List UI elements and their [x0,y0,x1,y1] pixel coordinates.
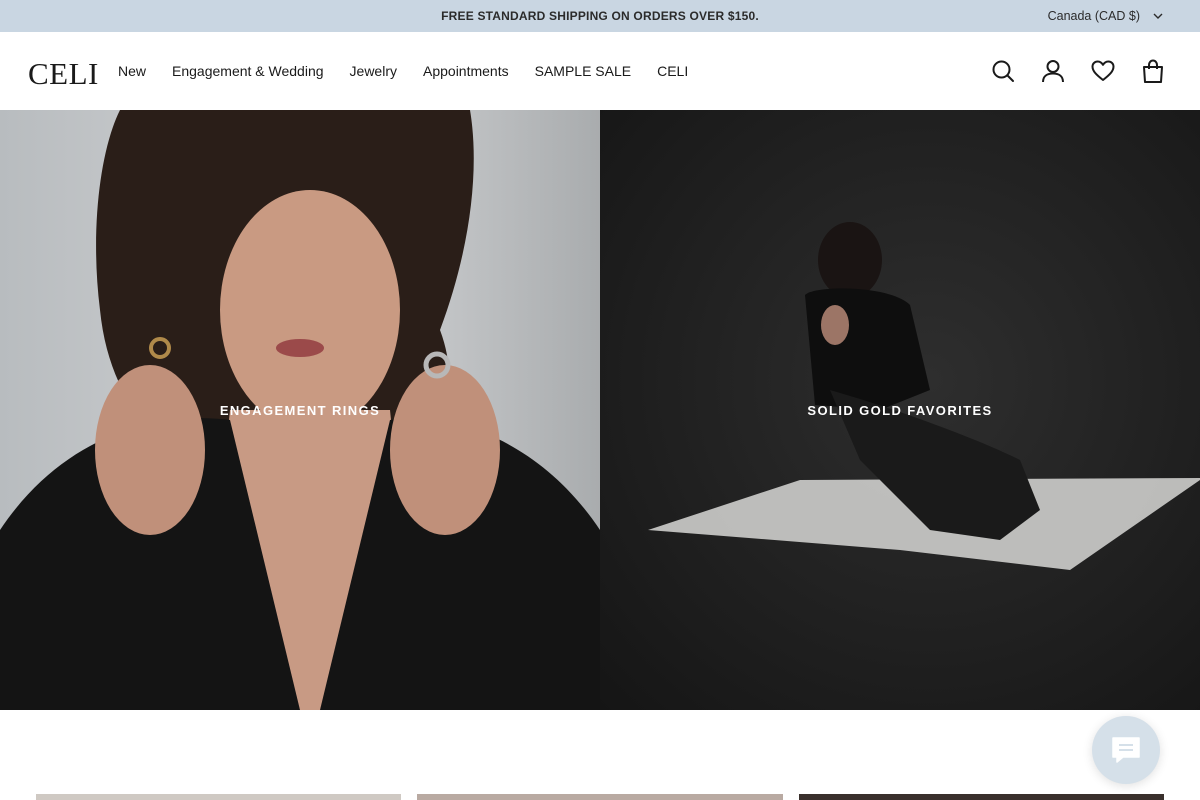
search-button[interactable] [990,58,1016,84]
main-nav: New Engagement & Wedding Jewelry Appoint… [118,32,714,110]
product-card-image[interactable] [36,794,401,800]
nav-item-appointments[interactable]: Appointments [423,63,509,79]
product-card-image[interactable] [417,794,783,800]
nav-item-jewelry[interactable]: Jewelry [350,63,397,79]
site-header: CELI New Engagement & Wedding Jewelry Ap… [0,32,1200,110]
tile-label-solid-gold-favorites: SOLID GOLD FAVORITES [807,402,993,418]
account-button[interactable] [1040,58,1066,84]
cart-button[interactable] [1140,58,1166,84]
tile-solid-gold-favorites[interactable]: SOLID GOLD FAVORITES [600,110,1200,710]
chevron-down-icon [1153,13,1163,19]
search-icon [992,60,1014,82]
nav-item-engagement-wedding[interactable]: Engagement & Wedding [172,63,324,79]
brand-logo[interactable]: CELI [28,58,99,89]
country-selector-label: Canada (CAD $) [1047,9,1140,23]
header-icons [990,32,1166,110]
cart-bag-icon [1143,59,1163,83]
announcement-bar: FREE STANDARD SHIPPING ON ORDERS OVER $1… [0,0,1200,32]
nav-item-sample-sale[interactable]: SAMPLE SALE [535,63,632,79]
chat-button[interactable] [1092,716,1160,784]
product-card-image[interactable] [799,794,1164,800]
wishlist-heart-icon [1091,60,1115,81]
country-selector[interactable]: Canada (CAD $) [1048,0,1164,32]
tile-label-engagement-rings: ENGAGEMENT RINGS [219,402,381,418]
wishlist-button[interactable] [1090,58,1116,84]
chat-bubble-icon [1112,737,1140,763]
account-icon [1042,60,1064,83]
tile-engagement-rings[interactable]: ENGAGEMENT RINGS [0,110,600,710]
hero-tiles: ENGAGEMENT RINGS SOLID GOLD FAVORITES [0,110,1200,710]
announcement-text: FREE STANDARD SHIPPING ON ORDERS OVER $1… [441,9,759,23]
nav-item-celi[interactable]: CELI [657,63,688,79]
nav-item-new[interactable]: New [118,63,146,79]
